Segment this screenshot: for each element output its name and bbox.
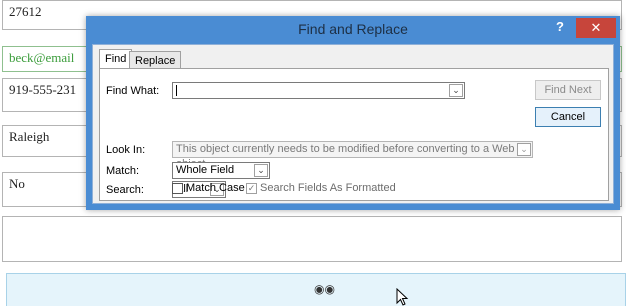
search-bar[interactable]: ◉◉ <box>6 273 626 306</box>
notes-field[interactable] <box>2 216 622 262</box>
match-case-label: Match Case <box>186 182 245 194</box>
dialog-body: Find Replace Find What: ⌄ Find Next Canc… <box>92 44 614 204</box>
dialog-title: Find and Replace <box>298 21 408 37</box>
close-button[interactable]: ✕ <box>576 18 616 38</box>
look-in-select[interactable]: This object currently needs to be modifi… <box>172 141 533 170</box>
find-replace-dialog: Find and Replace ? ✕ Find Replace Find W… <box>86 16 620 210</box>
match-case-checkbox[interactable] <box>172 183 183 194</box>
tab-replace[interactable]: Replace <box>129 51 182 69</box>
look-in-label: Look In: <box>106 144 146 156</box>
find-next-button[interactable]: Find Next <box>535 80 601 100</box>
chevron-down-icon[interactable]: ⌄ <box>449 84 463 97</box>
chevron-down-icon[interactable]: ⌄ <box>254 164 268 177</box>
text-caret <box>176 84 177 96</box>
cancel-button[interactable]: Cancel <box>535 107 601 127</box>
find-what-label: Find What: <box>106 85 160 97</box>
help-button[interactable]: ? <box>556 19 564 34</box>
mouse-pointer-icon <box>396 288 409 306</box>
format-checkbox[interactable]: ✓ <box>246 183 257 194</box>
search-label: Search: <box>106 184 144 196</box>
match-label: Match: <box>106 165 140 177</box>
find-what-input[interactable]: ⌄ <box>172 82 465 99</box>
chevron-down-icon[interactable]: ⌄ <box>517 143 531 156</box>
match-select[interactable]: Whole Field ⌄ <box>172 162 270 179</box>
format-label: Search Fields As Formatted <box>260 182 396 194</box>
tab-find[interactable]: Find <box>99 49 133 69</box>
binoculars-icon[interactable]: ◉◉ <box>314 282 335 296</box>
